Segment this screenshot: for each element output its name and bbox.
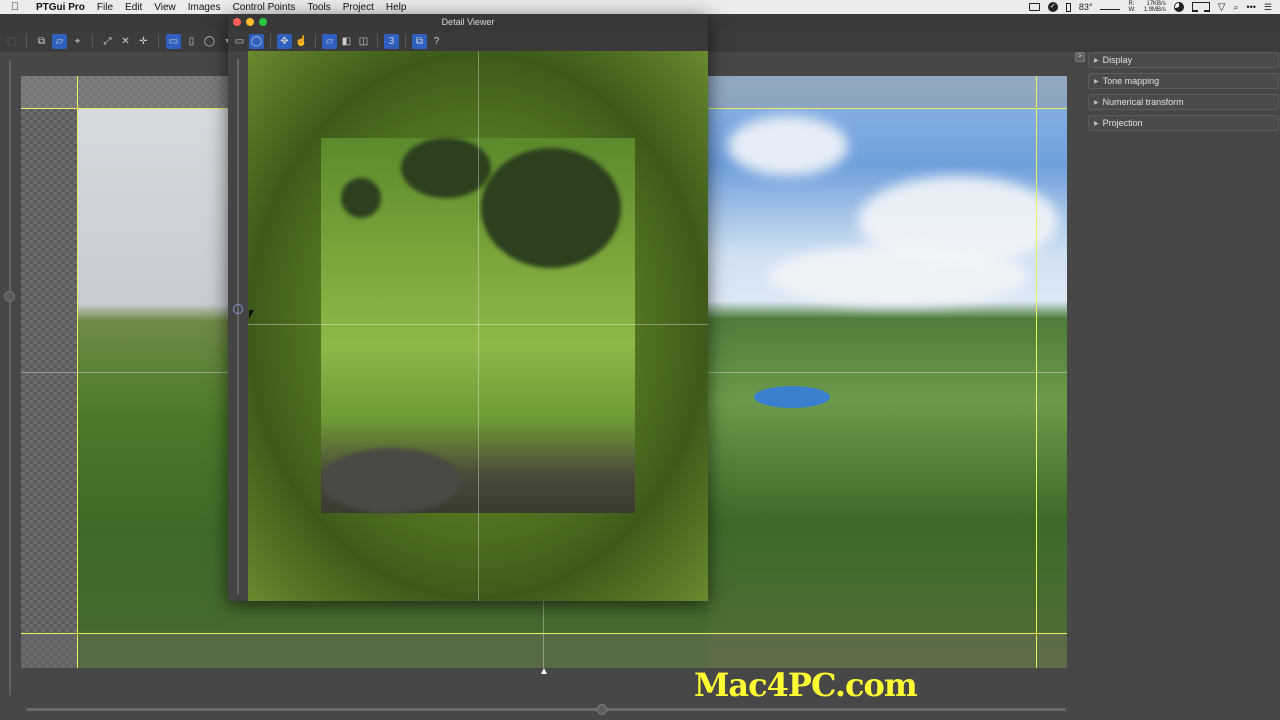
detail-viewer-body <box>228 51 708 601</box>
select-tool-icon[interactable]: ⬚ <box>4 34 19 49</box>
crop-guide-bottom[interactable] <box>21 633 1067 634</box>
lake <box>754 386 830 408</box>
temperature-readout[interactable]: 83° <box>1079 2 1093 12</box>
battery-icon[interactable] <box>1065 2 1071 12</box>
perspective-icon[interactable]: ▱ <box>52 33 67 49</box>
maximize-button[interactable] <box>259 18 267 26</box>
move-icon[interactable]: ✥ <box>277 33 292 49</box>
menu-edit[interactable]: Edit <box>119 2 148 13</box>
settings-panel: ▶ Display ▶ Tone mapping ▶ Numerical tra… <box>1088 52 1279 136</box>
horizontal-slider-track[interactable] <box>26 708 1066 711</box>
toolbar-separator <box>270 34 271 48</box>
center-marker-icon[interactable] <box>541 668 547 674</box>
menu-file[interactable]: File <box>91 2 119 13</box>
ptgui-window:  PTGui Pro File Edit View Images Contro… <box>0 0 1280 720</box>
shrink-panorama-icon[interactable]: ✕ <box>118 34 133 49</box>
horizontal-slider-knob[interactable] <box>597 704 607 715</box>
section-tone-mapping[interactable]: ▶ Tone mapping <box>1088 73 1279 89</box>
number-icon[interactable]: 3 <box>384 33 399 49</box>
rectilinear-projection-icon[interactable]: ▭ <box>166 33 181 49</box>
rectangle-view-icon[interactable]: ▭ <box>232 34 247 49</box>
disclosure-triangle-icon: ▶ <box>1094 99 1099 106</box>
net-w-label: W: <box>1128 7 1136 13</box>
detail-zoom-slider-track[interactable] <box>237 59 239 594</box>
toolbar-separator <box>26 34 27 48</box>
fit-panorama-icon[interactable]: ⤢ <box>100 34 115 49</box>
cpu-pie-icon[interactable] <box>1173 2 1184 12</box>
layers-icon[interactable]: ⧉ <box>412 33 427 49</box>
toolbar-separator <box>92 34 93 48</box>
minimize-button[interactable] <box>246 18 254 26</box>
panel-toggle-button[interactable]: > <box>1075 52 1085 62</box>
menu-bar:  PTGui Pro File Edit View Images Contro… <box>0 0 1280 14</box>
wifi-icon[interactable]: ▽ <box>1218 2 1226 13</box>
pano-preview-icon[interactable]: ⧉ <box>34 34 49 49</box>
section-numerical-transform[interactable]: ▶ Numerical transform <box>1088 94 1279 110</box>
detail-viewer-title: Detail Viewer <box>441 17 495 27</box>
notification-center-icon[interactable]: ☰ <box>1264 2 1272 13</box>
cloud <box>768 246 1028 306</box>
mouse-cursor-icon <box>249 310 254 319</box>
more-icon[interactable]: ••• <box>1246 2 1255 12</box>
watermark: Mac4PC.com <box>694 666 918 704</box>
menu-help[interactable]: Help <box>380 2 413 13</box>
section-label: Display <box>1102 55 1133 65</box>
menu-tools[interactable]: Tools <box>301 2 336 13</box>
panorama-icon[interactable]: ▱ <box>322 33 337 49</box>
toolbar-separator <box>405 34 406 48</box>
display-icon[interactable] <box>1191 2 1210 12</box>
toolbar-separator <box>158 34 159 48</box>
tree <box>341 178 381 218</box>
cloud <box>728 116 848 176</box>
zoom-slider-knob[interactable] <box>4 291 15 302</box>
cylindrical-projection-icon[interactable]: ▯ <box>184 34 199 49</box>
section-label: Tone mapping <box>1102 76 1160 86</box>
toolbar-separator <box>315 34 316 48</box>
detail-viewer-toolbar: ▭ ◯ ✥ ☝ ▱ ◧ ◫ 3 ⧉ ? <box>228 31 708 51</box>
help-icon[interactable]: ? <box>429 34 444 49</box>
detail-viewer-titlebar[interactable]: Detail Viewer <box>228 14 708 31</box>
apple-menu-icon[interactable]:  <box>0 1 30 13</box>
menu-app-name[interactable]: PTGui Pro <box>30 2 91 13</box>
close-button[interactable] <box>233 18 241 26</box>
network-graph-icon[interactable] <box>1100 4 1121 10</box>
menu-view[interactable]: View <box>148 2 182 13</box>
section-label: Projection <box>1102 118 1143 128</box>
detail-zoom-slider-knob[interactable] <box>233 304 243 314</box>
split-icon[interactable]: ◫ <box>356 34 371 49</box>
net-labels: R: W: <box>1128 1 1135 13</box>
checkmark-icon[interactable]: ✓ <box>1047 2 1058 12</box>
detail-viewer-window: Detail Viewer ▭ ◯ ✥ ☝ ▱ ◧ ◫ 3 ⧉ ? <box>228 14 708 601</box>
zoom-slider-track[interactable] <box>9 60 11 695</box>
blend-icon[interactable]: ◧ <box>339 34 354 49</box>
hand-icon[interactable]: ☝ <box>294 34 309 49</box>
spotlight-search-icon[interactable]: ⌕ <box>1233 2 1238 13</box>
detail-crosshair-vertical <box>478 51 479 601</box>
straighten-icon[interactable]: ✛ <box>136 34 151 49</box>
net-w-value: 1.9MB/s <box>1143 7 1166 13</box>
spherical-projection-icon[interactable]: ◯ <box>202 34 217 49</box>
detail-zoom-slider[interactable] <box>228 51 248 601</box>
net-values[interactable]: 17KB/s 1.9MB/s <box>1144 1 1166 13</box>
screen-record-icon[interactable] <box>1028 3 1040 11</box>
menu-project[interactable]: Project <box>337 2 380 13</box>
menu-control-points[interactable]: Control Points <box>227 2 302 13</box>
section-label: Numerical transform <box>1102 97 1184 107</box>
traffic-lights <box>233 18 267 26</box>
rock <box>321 448 461 513</box>
menu-images[interactable]: Images <box>182 2 227 13</box>
section-projection[interactable]: ▶ Projection <box>1088 115 1279 131</box>
transparent-area-bottom <box>21 634 1067 668</box>
disclosure-triangle-icon: ▶ <box>1094 78 1099 85</box>
section-display[interactable]: ▶ Display <box>1088 52 1279 68</box>
disclosure-triangle-icon: ▶ <box>1094 57 1099 64</box>
status-area: ✓ 83° R: W: 17KB/s 1.9MB/s ▽ ⌕ ••• ☰ <box>1028 0 1272 14</box>
center-point-icon[interactable]: ⌖ <box>70 34 85 49</box>
disclosure-triangle-icon: ▶ <box>1094 120 1099 127</box>
tree <box>481 148 621 268</box>
spherical-view-icon[interactable]: ◯ <box>249 33 264 49</box>
toolbar-separator <box>377 34 378 48</box>
